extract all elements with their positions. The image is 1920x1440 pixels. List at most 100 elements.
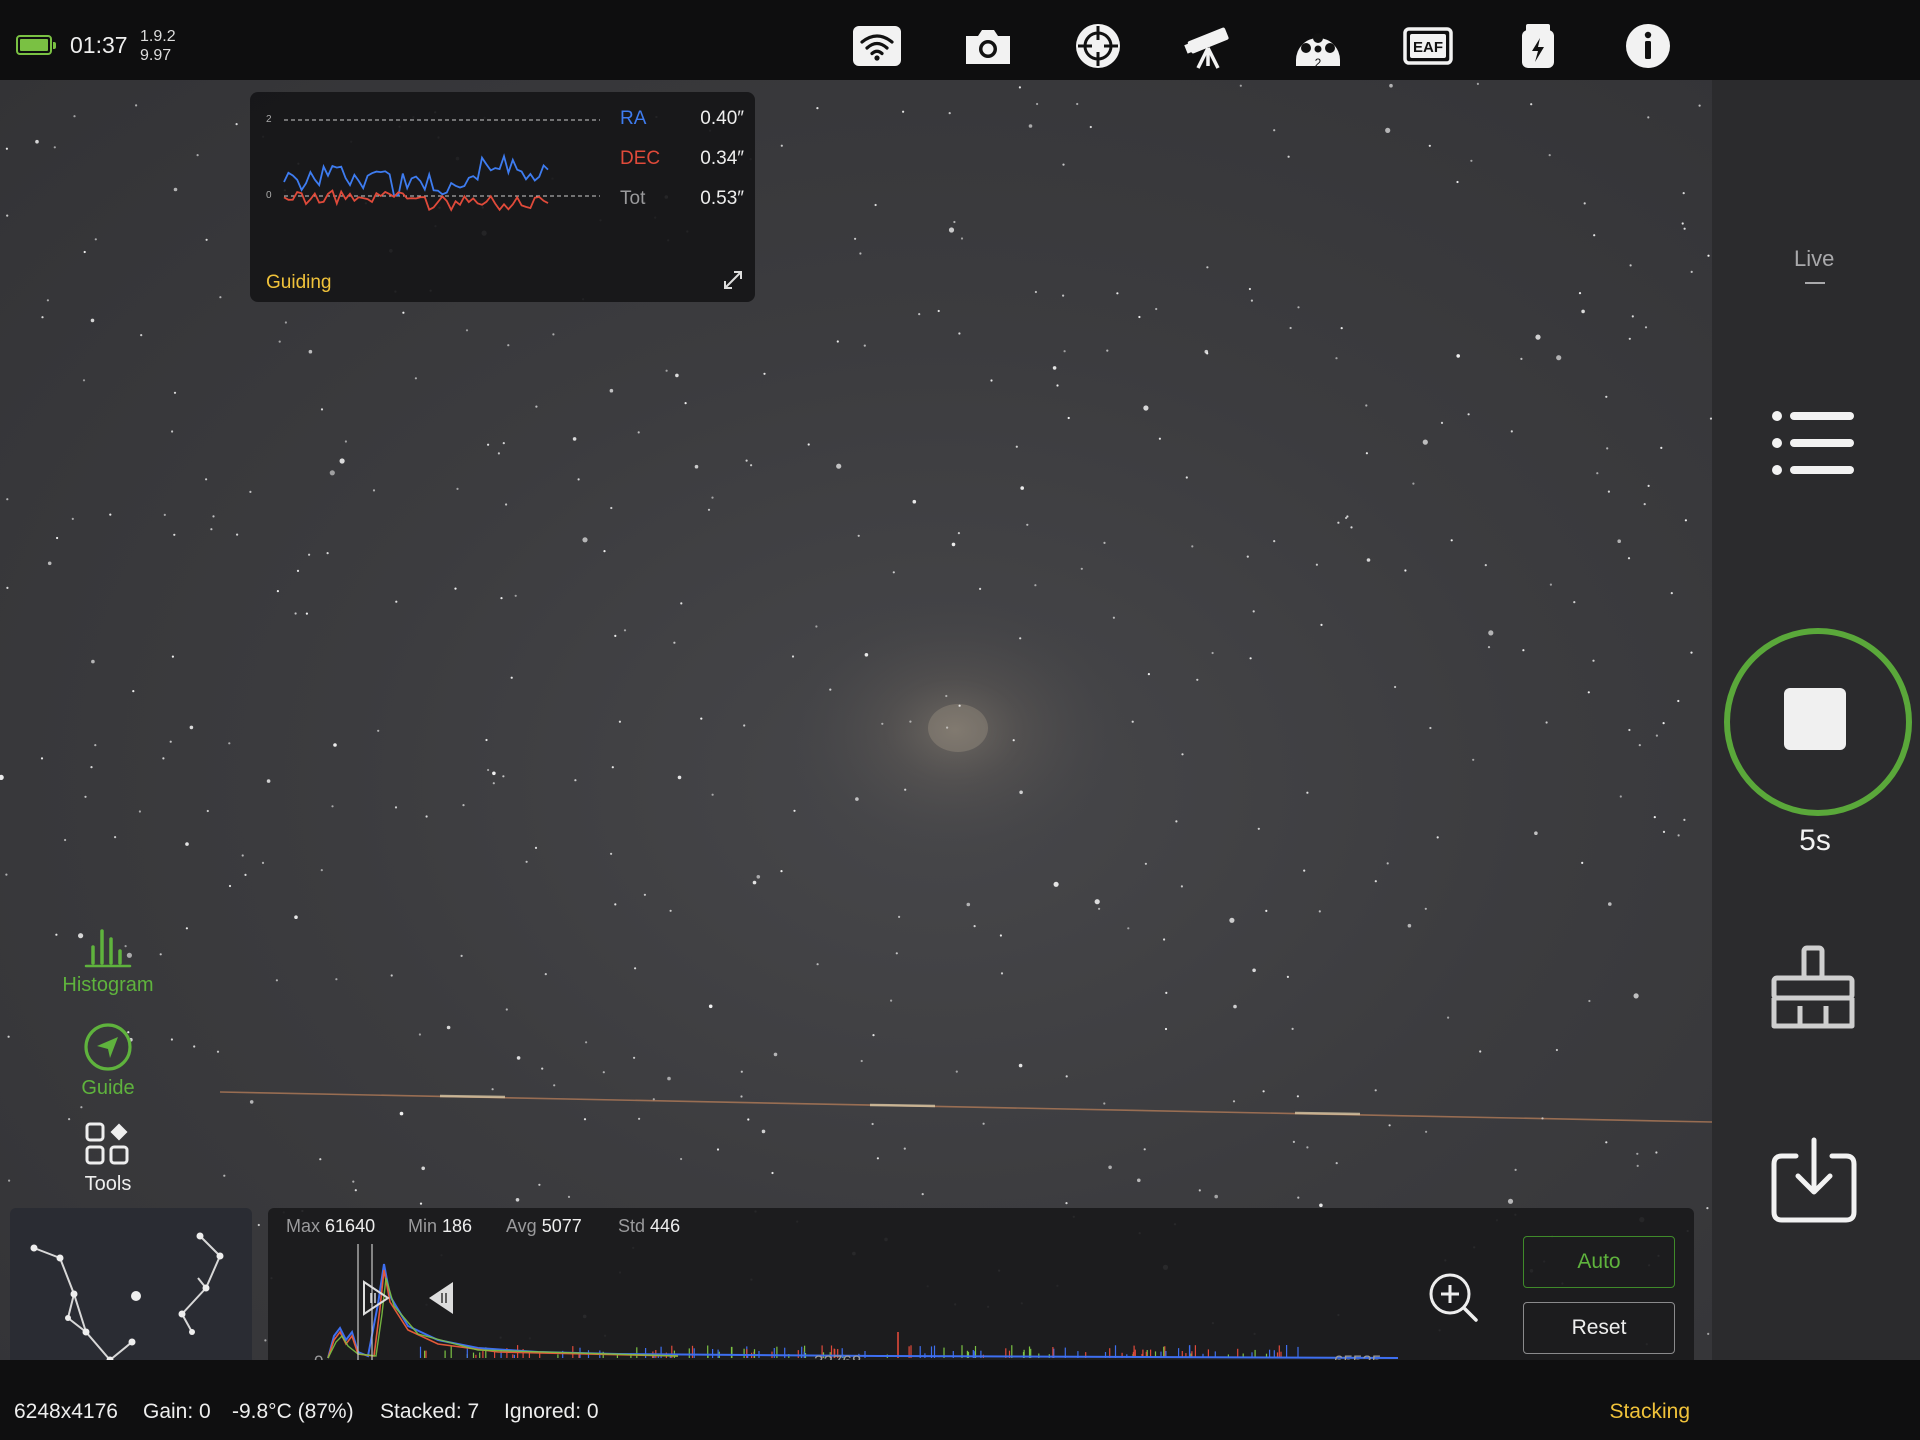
star: [1292, 1140, 1295, 1143]
star: [206, 809, 209, 813]
star: [414, 377, 417, 380]
star: [948, 227, 955, 233]
star: [1286, 975, 1289, 979]
star: [264, 1339, 267, 1342]
star: [73, 115, 76, 118]
guiding-panel[interactable]: 2 0 -2 RA 0.40″ DEC 0.34″ Tot 0.53″ Guid…: [250, 92, 755, 302]
histogram-panel: Max 61640 Min 186 Avg 5077 Std 446 0 327…: [268, 1208, 1694, 1382]
battery-icon: [16, 35, 56, 55]
star: [1062, 294, 1065, 297]
telescope-button[interactable]: [1180, 20, 1236, 72]
star: [163, 513, 166, 516]
star: [82, 379, 86, 382]
star: [1229, 917, 1235, 923]
star: [1467, 413, 1470, 416]
star: [953, 220, 956, 224]
star: [1456, 354, 1460, 358]
star: [320, 869, 323, 872]
star: [6, 498, 9, 501]
star: [708, 1004, 713, 1009]
wifi-icon: [853, 26, 901, 66]
star: [872, 1034, 875, 1037]
star: [228, 742, 231, 745]
broom-clear-icon[interactable]: [1766, 944, 1860, 1030]
star: [859, 252, 862, 255]
mount-target-button[interactable]: [1070, 20, 1126, 72]
star: [1581, 861, 1584, 865]
star: [958, 332, 961, 335]
tools-label: Tools: [84, 1173, 132, 1195]
star: [1175, 820, 1178, 823]
exposure-time[interactable]: 5s: [1780, 824, 1850, 858]
star: [572, 437, 577, 441]
info-button[interactable]: [1620, 20, 1676, 72]
star: [1180, 885, 1183, 888]
star: [507, 344, 510, 347]
power-button[interactable]: [1510, 20, 1566, 72]
star: [465, 329, 469, 332]
star: [335, 978, 338, 981]
telescope-icon: [1184, 27, 1229, 69]
star: [132, 690, 135, 693]
star: [1605, 395, 1608, 398]
tools-button[interactable]: Tools: [48, 1120, 168, 1196]
sensor-temperature: -9.8°C (87%): [232, 1400, 354, 1423]
clock: 01:37: [70, 32, 128, 58]
star: [1541, 1117, 1544, 1120]
star: [1155, 307, 1158, 311]
star: [1206, 266, 1209, 269]
star: [890, 999, 893, 1002]
wifi-button[interactable]: [849, 20, 905, 72]
star: [1681, 222, 1684, 225]
reset-stretch-button[interactable]: Reset: [1523, 1302, 1675, 1354]
download-save-icon[interactable]: [1770, 1136, 1858, 1224]
auto-stretch-button[interactable]: Auto: [1523, 1236, 1675, 1288]
tot-value: 0.53″: [700, 188, 744, 209]
zoom-in-icon[interactable]: [1426, 1270, 1482, 1326]
star: [638, 1117, 641, 1120]
sky-atlas-minimap[interactable]: [10, 1208, 252, 1383]
star: [1052, 366, 1057, 370]
star: [83, 250, 86, 254]
star: [610, 506, 613, 510]
histogram-tool-button[interactable]: Histogram: [48, 925, 168, 997]
expand-icon[interactable]: [721, 268, 745, 292]
star: [305, 612, 308, 615]
star: [71, 517, 74, 520]
star: [614, 634, 617, 638]
stop-icon[interactable]: [1784, 688, 1846, 750]
star: [1592, 659, 1595, 662]
live-mode-tab[interactable]: Live: [1794, 246, 1834, 272]
star: [791, 655, 795, 658]
star: [1080, 567, 1083, 570]
star: [344, 440, 347, 443]
star: [711, 793, 714, 796]
star: [1627, 557, 1631, 560]
list-menu-icon[interactable]: [1770, 408, 1856, 478]
white-point-slider-handle[interactable]: [425, 1278, 455, 1318]
star: [510, 676, 513, 679]
star: [1297, 1196, 1300, 1199]
eaf-button[interactable]: EAF: [1400, 20, 1456, 72]
star: [1633, 993, 1639, 999]
guide-tool-button[interactable]: Guide: [48, 1022, 168, 1100]
camera-button[interactable]: [960, 20, 1016, 72]
stat-max: Max 61640: [286, 1216, 376, 1236]
star: [1374, 880, 1377, 883]
star: [652, 1098, 655, 1101]
black-point-slider-handle[interactable]: [362, 1278, 392, 1318]
star: [609, 388, 614, 393]
star: [1108, 1165, 1112, 1170]
star: [1191, 545, 1194, 548]
filter-wheel-button[interactable]: 2: [1290, 20, 1346, 72]
star: [1690, 651, 1693, 654]
star: [1476, 82, 1479, 85]
version-info: 1.9.2 9.97: [140, 27, 176, 65]
star: [135, 104, 138, 107]
star: [462, 804, 465, 807]
star: [80, 1106, 83, 1109]
star: [1690, 270, 1693, 273]
star: [193, 1045, 196, 1048]
star: [91, 659, 95, 664]
star: [514, 594, 517, 597]
